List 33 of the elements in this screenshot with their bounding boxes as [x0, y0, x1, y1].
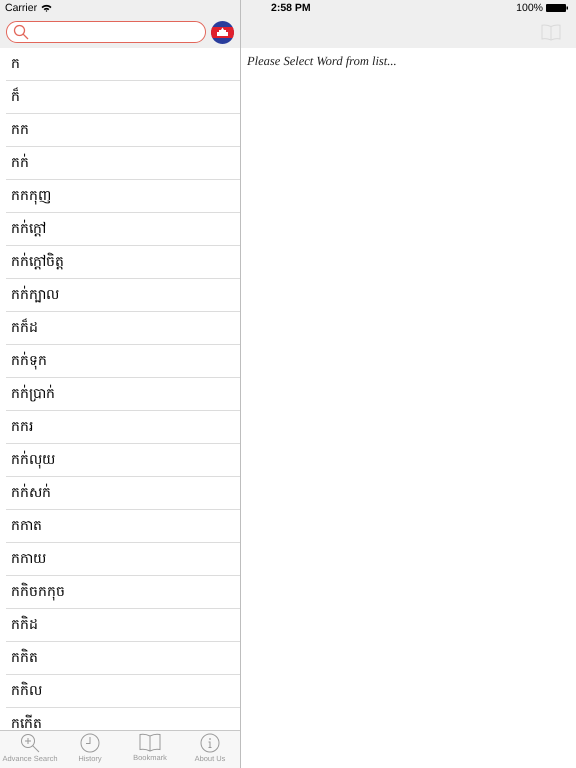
word-list-item[interactable]: កកិត [6, 642, 240, 675]
word-list-item[interactable]: ក៏ [6, 81, 240, 114]
word-list-item[interactable]: ក [6, 48, 240, 81]
word-list-item[interactable]: កកាត [6, 510, 240, 543]
clock-icon [80, 733, 100, 753]
word-list-item[interactable]: កក់ក្ដៅ [6, 213, 240, 246]
search-icon [13, 24, 29, 40]
word-list-item[interactable]: កក់ទុក [6, 345, 240, 378]
flag-icon[interactable] [211, 20, 234, 44]
word-list-item[interactable]: កក់ក្បាល [6, 279, 240, 312]
word-list-item[interactable]: កកិដ [6, 609, 240, 642]
carrier-label: Carrier [5, 2, 38, 14]
word-list-item[interactable]: កក [6, 114, 240, 147]
info-icon [200, 733, 220, 753]
word-list-item[interactable]: កក់ [6, 147, 240, 180]
word-list-item[interactable]: កក៏ដ [6, 312, 240, 345]
time-label: 2:58 PM [271, 2, 311, 14]
word-list-item[interactable]: កក់លុយ [6, 444, 240, 477]
word-list-item[interactable]: កកិល [6, 675, 240, 708]
word-list-item[interactable]: កកិចកកុច [6, 576, 240, 609]
word-list-item[interactable]: កក់ប្រាក់ [6, 378, 240, 411]
word-list-item[interactable]: កក់សក់ [6, 477, 240, 510]
word-list-item[interactable]: កកកុញ [6, 180, 240, 213]
word-list-item[interactable]: កកាយ [6, 543, 240, 576]
zoom-in-icon [20, 733, 40, 753]
word-list-item[interactable]: កក់ក្ដៅចិត្ត [6, 246, 240, 279]
wifi-icon [41, 4, 52, 12]
word-list-item[interactable]: កករ [6, 411, 240, 444]
empty-message: Please Select Word from list... [247, 54, 398, 69]
battery-label: 100% [516, 2, 543, 14]
book-icon [139, 733, 161, 752]
battery-icon [546, 4, 568, 12]
search-field[interactable] [6, 21, 206, 43]
